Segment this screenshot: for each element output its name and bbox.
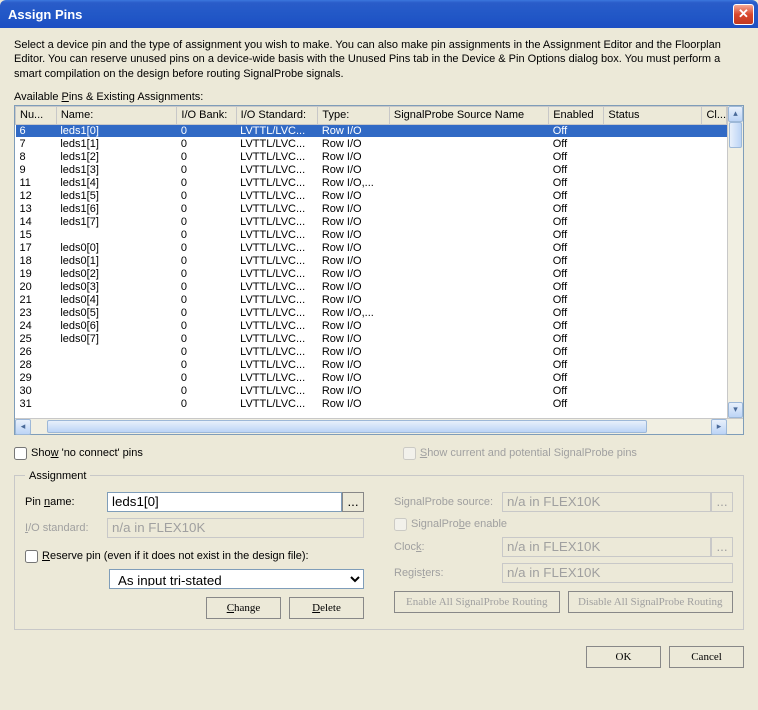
reserve-pin-select[interactable]: As input tri-stated <box>109 569 364 589</box>
table-row[interactable]: 25leds0[7]0LVTTL/LVC...Row I/OOff <box>16 332 727 345</box>
col-iobank[interactable]: I/O Bank: <box>177 106 236 124</box>
scroll-right-icon[interactable]: ▸ <box>711 419 727 435</box>
show-signalprobe-checkbox: Show current and potential SignalProbe p… <box>403 447 637 460</box>
signalprobe-source-input <box>502 492 711 512</box>
io-standard-label: I/O standard: <box>25 522 107 534</box>
reserve-pin-input[interactable] <box>25 550 38 563</box>
col-enabled[interactable]: Enabled <box>549 106 604 124</box>
scroll-down-icon[interactable]: ▾ <box>728 402 743 418</box>
available-pins-label: Available Pins & Existing Assignments: <box>14 91 744 103</box>
col-iostandard[interactable]: I/O Standard: <box>236 106 318 124</box>
clock-browse-button: ... <box>711 537 733 557</box>
col-clock[interactable]: Cl... <box>702 106 727 124</box>
table-row[interactable]: 21leds0[4]0LVTTL/LVC...Row I/OOff <box>16 293 727 306</box>
horizontal-scrollbar[interactable]: ◂ ▸ <box>15 418 743 434</box>
clock-label: Clock: <box>394 541 502 553</box>
ok-button[interactable]: OK <box>586 646 661 668</box>
show-no-connect-checkbox[interactable]: Show 'no connect' pins <box>14 447 143 460</box>
registers-input <box>502 563 733 583</box>
title-bar: Assign Pins ✕ <box>0 0 758 28</box>
signalprobe-source-label: SignalProbe source: <box>394 496 502 508</box>
table-header-row[interactable]: Nu... Name: I/O Bank: I/O Standard: Type… <box>16 106 727 124</box>
scroll-thumb[interactable] <box>729 122 742 148</box>
table-row[interactable]: 6leds1[0]0LVTTL/LVC...Row I/OOff <box>16 124 727 137</box>
signalprobe-enable-checkbox: SignalProbe enable <box>394 518 733 531</box>
table-row[interactable]: 24leds0[6]0LVTTL/LVC...Row I/OOff <box>16 319 727 332</box>
assignment-legend: Assignment <box>25 470 90 482</box>
table-row[interactable]: 12leds1[5]0LVTTL/LVC...Row I/OOff <box>16 189 727 202</box>
table-row[interactable]: 7leds1[1]0LVTTL/LVC...Row I/OOff <box>16 137 727 150</box>
enable-all-signalprobe-button: Enable All SignalProbe Routing <box>394 591 560 613</box>
table-row[interactable]: 290LVTTL/LVC...Row I/OOff <box>16 371 727 384</box>
table-row[interactable]: 310LVTTL/LVC...Row I/OOff <box>16 397 727 410</box>
show-signalprobe-input <box>403 447 416 460</box>
signalprobe-enable-input <box>394 518 407 531</box>
table-row[interactable]: 260LVTTL/LVC...Row I/OOff <box>16 345 727 358</box>
assignment-group: Assignment Pin name: ... I/O standard: R… <box>14 470 744 630</box>
registers-label: Registers: <box>394 567 502 579</box>
col-status[interactable]: Status <box>604 106 702 124</box>
col-number[interactable]: Nu... <box>16 106 57 124</box>
table-row[interactable]: 14leds1[7]0LVTTL/LVC...Row I/OOff <box>16 215 727 228</box>
pin-name-input[interactable] <box>107 492 342 512</box>
table-row[interactable]: 300LVTTL/LVC...Row I/OOff <box>16 384 727 397</box>
scroll-up-icon[interactable]: ▴ <box>728 106 743 122</box>
close-button[interactable]: ✕ <box>733 4 754 25</box>
change-button[interactable]: Change <box>206 597 281 619</box>
table-row[interactable]: 18leds0[1]0LVTTL/LVC...Row I/OOff <box>16 254 727 267</box>
col-type[interactable]: Type: <box>318 106 390 124</box>
table-row[interactable]: 8leds1[2]0LVTTL/LVC...Row I/OOff <box>16 150 727 163</box>
delete-button[interactable]: Delete <box>289 597 364 619</box>
col-signalprobe-source[interactable]: SignalProbe Source Name <box>389 106 548 124</box>
table-row[interactable]: 280LVTTL/LVC...Row I/OOff <box>16 358 727 371</box>
pin-name-label: Pin name: <box>25 496 107 508</box>
disable-all-signalprobe-button: Disable All SignalProbe Routing <box>568 591 734 613</box>
pins-table[interactable]: Nu... Name: I/O Bank: I/O Standard: Type… <box>14 105 744 435</box>
col-name[interactable]: Name: <box>56 106 177 124</box>
window-title: Assign Pins <box>4 7 733 22</box>
pin-name-browse-button[interactable]: ... <box>342 492 364 512</box>
table-row[interactable]: 150LVTTL/LVC...Row I/OOff <box>16 228 727 241</box>
table-row[interactable]: 9leds1[3]0LVTTL/LVC...Row I/OOff <box>16 163 727 176</box>
table-row[interactable]: 11leds1[4]0LVTTL/LVC...Row I/O,...Off <box>16 176 727 189</box>
table-row[interactable]: 23leds0[5]0LVTTL/LVC...Row I/O,...Off <box>16 306 727 319</box>
table-row[interactable]: 13leds1[6]0LVTTL/LVC...Row I/OOff <box>16 202 727 215</box>
hscroll-thumb[interactable] <box>47 420 647 433</box>
clock-input <box>502 537 711 557</box>
table-row[interactable]: 19leds0[2]0LVTTL/LVC...Row I/OOff <box>16 267 727 280</box>
vertical-scrollbar[interactable]: ▴ ▾ <box>727 106 743 418</box>
reserve-pin-checkbox[interactable]: Reserve pin (even if it does not exist i… <box>25 550 364 563</box>
signalprobe-source-browse-button: ... <box>711 492 733 512</box>
table-row[interactable]: 20leds0[3]0LVTTL/LVC...Row I/OOff <box>16 280 727 293</box>
scroll-left-icon[interactable]: ◂ <box>15 419 31 435</box>
description-text: Select a device pin and the type of assi… <box>14 38 744 81</box>
cancel-button[interactable]: Cancel <box>669 646 744 668</box>
io-standard-input <box>107 518 364 538</box>
table-row[interactable]: 17leds0[0]0LVTTL/LVC...Row I/OOff <box>16 241 727 254</box>
show-no-connect-input[interactable] <box>14 447 27 460</box>
